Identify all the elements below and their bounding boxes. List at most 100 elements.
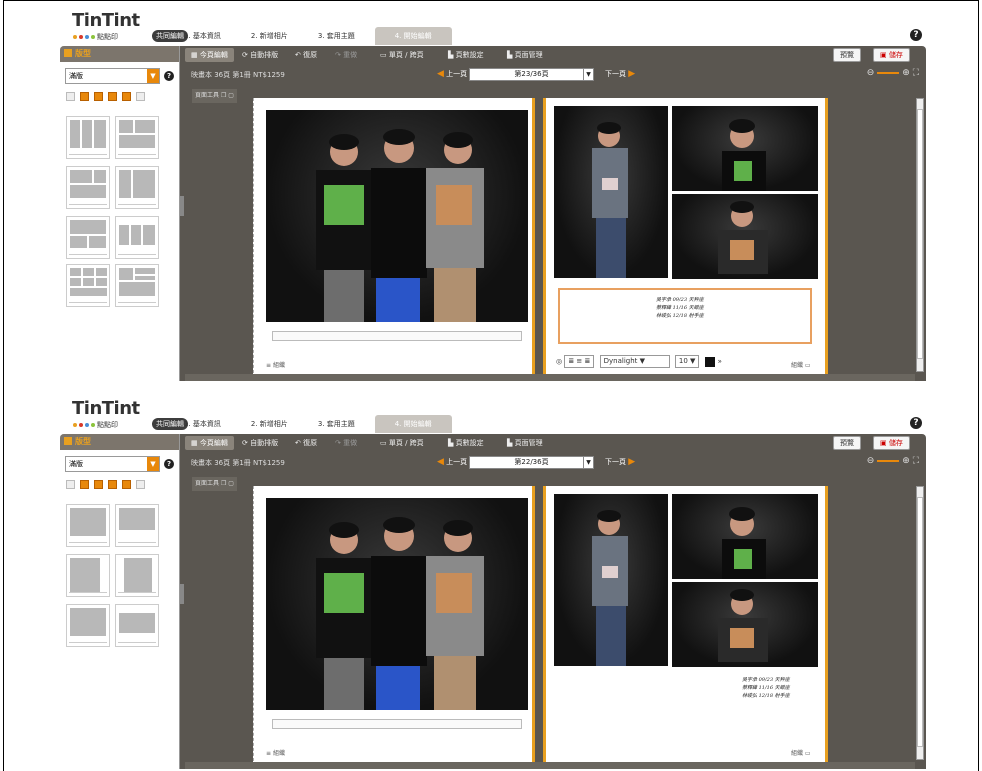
vertical-scrollbar[interactable]: [916, 486, 924, 760]
chevron-down-icon: ▼: [583, 69, 593, 80]
filter-4[interactable]: [108, 480, 117, 489]
page-settings-button[interactable]: ▙ 頁數設定: [448, 436, 484, 450]
page-tools[interactable]: 頁面工具 ❐ ▢: [192, 477, 237, 491]
step-add-photos[interactable]: 2. 新增相片: [251, 27, 288, 45]
layout-thumb[interactable]: [115, 504, 159, 547]
photo-seated[interactable]: [672, 106, 818, 191]
help-icon[interactable]: ?: [910, 417, 922, 429]
filter-1[interactable]: [66, 92, 75, 101]
font-select[interactable]: Dynalight ▼: [599, 355, 670, 368]
step-basic-info[interactable]: 1. 基本資訊: [184, 27, 221, 45]
poem-text[interactable]: 吳宇承 09/23 天秤座 蔡釋緯 11/16 天蠍座 林峻弘 12/18 射手座: [742, 676, 790, 700]
page-icon: ▭: [380, 51, 389, 59]
filter-2[interactable]: [80, 480, 89, 489]
font-size-select[interactable]: 10 ▼: [674, 355, 700, 368]
layout-thumb[interactable]: [66, 116, 110, 159]
page-tools[interactable]: 頁面工具 ❐ ▢: [192, 89, 237, 103]
caption-input[interactable]: [272, 719, 522, 729]
horizontal-scrollbar[interactable]: [185, 374, 915, 381]
logo-text: TinTint: [72, 10, 140, 31]
auto-layout-button[interactable]: ⟳ 自動排版: [242, 48, 278, 62]
filter-1[interactable]: [66, 480, 75, 489]
layout-thumb[interactable]: [115, 604, 159, 647]
group-photo[interactable]: [266, 498, 528, 710]
layout-thumb[interactable]: [115, 116, 159, 159]
filter-2[interactable]: [80, 92, 89, 101]
caption-input[interactable]: [272, 331, 522, 341]
filter-4[interactable]: [108, 92, 117, 101]
step-apply-theme[interactable]: 3. 套用主題: [318, 27, 355, 45]
page-select[interactable]: 第23/36頁 ▼: [469, 68, 594, 81]
layout-thumb[interactable]: [115, 554, 159, 597]
prev-page-button[interactable]: ◀ 上一頁: [437, 457, 467, 467]
page-manage-button[interactable]: ▙ 頁面管理: [507, 48, 543, 62]
text-frame[interactable]: 吳宇承 09/23 天秤座 蔡釋緯 11/16 天蠍座 林峻弘 12/18 射手座: [558, 288, 812, 344]
layout-thumb[interactable]: [115, 166, 159, 209]
prev-page-button[interactable]: ◀ 上一頁: [437, 69, 467, 79]
step-basic-info[interactable]: 1. 基本資訊: [184, 415, 221, 433]
undo-button[interactable]: ↶ 復原: [295, 436, 317, 450]
filter-6[interactable]: [136, 92, 145, 101]
brand-logo[interactable]: TinTint 點點印 共同編輯: [66, 10, 188, 46]
sidebar-splitter[interactable]: [180, 196, 184, 216]
layout-thumb[interactable]: [115, 216, 159, 259]
right-page[interactable]: 吳宇承 09/23 天秤座 蔡釋緯 11/16 天蠍座 林峻弘 12/18 射手座 …: [543, 98, 828, 378]
left-page[interactable]: ≡ 組織: [253, 98, 535, 378]
right-page[interactable]: 吳宇承 09/23 天秤座 蔡釋緯 11/16 天蠍座 林峻弘 12/18 射手座 …: [543, 486, 828, 766]
left-page[interactable]: ≡ 組織: [253, 486, 535, 766]
step-start-editing[interactable]: 4. 開始編輯: [374, 27, 452, 45]
filter-5[interactable]: [122, 480, 131, 489]
step-apply-theme[interactable]: 3. 套用主題: [318, 415, 355, 433]
layout-select[interactable]: 滿版 ▼: [65, 456, 160, 472]
filter-3[interactable]: [94, 480, 103, 489]
layout-thumb[interactable]: [66, 504, 110, 547]
zoom-control[interactable]: ⊖ ⊕ ⛶: [867, 68, 919, 78]
align-buttons[interactable]: ≣ ≡ ≣: [564, 355, 595, 368]
layout-thumb[interactable]: [66, 166, 110, 209]
filter-5[interactable]: [122, 92, 131, 101]
sidebar-help-icon[interactable]: ?: [164, 459, 174, 469]
filter-3[interactable]: [94, 92, 103, 101]
layout-thumb[interactable]: [66, 554, 110, 597]
edit-page-button[interactable]: ▦ 今頁編輯: [185, 436, 234, 450]
page-select[interactable]: 第22/36頁 ▼: [469, 456, 594, 469]
auto-layout-button[interactable]: ⟳ 自動排版: [242, 436, 278, 450]
photo-standing[interactable]: [554, 106, 668, 278]
layout-thumb[interactable]: [66, 604, 110, 647]
layout-thumb[interactable]: [66, 264, 110, 307]
save-button[interactable]: ▣ 儲存: [873, 436, 910, 450]
sidebar-splitter[interactable]: [180, 584, 184, 604]
sidebar-help-icon[interactable]: ?: [164, 71, 174, 81]
zoom-control[interactable]: ⊖ ⊕ ⛶: [867, 456, 919, 466]
brand-logo[interactable]: TinTint 點點印 共同編輯: [66, 399, 188, 434]
redo-button[interactable]: ↷ 重做: [335, 48, 357, 62]
layout-select[interactable]: 滿版 ▼: [65, 68, 160, 84]
text-color-swatch[interactable]: [704, 356, 715, 367]
circle-icon[interactable]: ◎: [556, 358, 562, 366]
horizontal-scrollbar[interactable]: [185, 762, 915, 769]
group-photo[interactable]: [266, 110, 528, 322]
photo-standing[interactable]: [554, 494, 668, 666]
preview-button[interactable]: 預覽: [833, 48, 861, 62]
redo-button[interactable]: ↷ 重做: [335, 436, 357, 450]
help-icon[interactable]: ?: [910, 29, 922, 41]
next-page-button[interactable]: 下一頁 ▶: [605, 457, 635, 467]
preview-button[interactable]: 預覽: [833, 436, 861, 450]
page-manage-button[interactable]: ▙ 頁面管理: [507, 436, 543, 450]
edit-page-button[interactable]: ▦ 今頁編輯: [185, 48, 234, 62]
next-page-button[interactable]: 下一頁 ▶: [605, 69, 635, 79]
filter-6[interactable]: [136, 480, 145, 489]
photo-seated[interactable]: [672, 494, 818, 579]
page-settings-button[interactable]: ▙ 頁數設定: [448, 48, 484, 62]
single-spread-button[interactable]: ▭ 單頁 / 跨頁: [380, 436, 424, 450]
save-button[interactable]: ▣ 儲存: [873, 48, 910, 62]
photo-crouch[interactable]: [672, 582, 818, 667]
step-add-photos[interactable]: 2. 新增相片: [251, 415, 288, 433]
single-spread-button[interactable]: ▭ 單頁 / 跨頁: [380, 48, 424, 62]
photo-crouch[interactable]: [672, 194, 818, 279]
undo-button[interactable]: ↶ 復原: [295, 48, 317, 62]
step-start-editing[interactable]: 4. 開始編輯: [374, 415, 452, 433]
layout-thumb[interactable]: [66, 216, 110, 259]
layout-thumb[interactable]: [115, 264, 159, 307]
vertical-scrollbar[interactable]: [916, 98, 924, 372]
